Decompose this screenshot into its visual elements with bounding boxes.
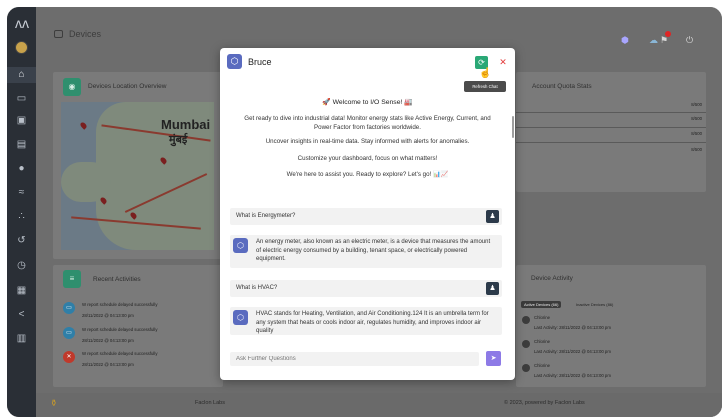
chat-input[interactable] (230, 352, 479, 366)
book-icon[interactable]: ▥ (7, 331, 36, 347)
tab-active-devices[interactable]: Active Devices (66) (521, 301, 562, 308)
quota-value: 8/500 (691, 147, 702, 152)
bot-logo-icon: ⬡ (227, 54, 242, 69)
quota-value: 8/500 (691, 116, 702, 121)
contacts-icon[interactable]: ▣ (7, 113, 36, 129)
device-name: Chlorine (534, 315, 551, 320)
brand-badge-icon[interactable]: ⬢ (621, 35, 629, 46)
footer: ⚱ Faclon Labs © 2023, powered by Faclon … (36, 393, 722, 417)
home-icon[interactable]: ⌂ (7, 67, 36, 83)
quota-bar (516, 142, 706, 143)
bot-answer: ⬡ HVAC stands for Heating, Ventilation, … (230, 307, 502, 335)
list-icon[interactable]: ▤ (7, 137, 36, 153)
sidebar: ʌʌ ⌂ ▭ ▣ ▤ ● ≈ ∴ ↺ ◷ ▦ < ▥ (7, 7, 36, 417)
avatar[interactable] (15, 41, 28, 54)
user-icon: ♟ (486, 282, 499, 295)
activity-time: 28/11/2022 @ 04:13:00 pm (82, 338, 134, 343)
map-city-label-local: मुंबई (169, 134, 188, 146)
quota-bar (516, 112, 706, 113)
location-card: ◉ Devices Location Overview Mumbai मुंबई (53, 72, 223, 259)
devices-map[interactable]: Mumbai मुंबई (61, 102, 214, 250)
share-icon[interactable]: < (7, 307, 36, 323)
quota-value: 8/500 (691, 102, 702, 107)
chat-title: Bruce (248, 57, 272, 67)
refresh-tooltip: Refresh Chat (464, 81, 506, 92)
question-text: What is HVAC? (236, 285, 278, 291)
user-icon: ♟ (486, 210, 499, 223)
location-card-title: Devices Location Overview (88, 83, 167, 90)
bot-avatar-icon: ⬡ (233, 310, 248, 325)
error-icon: ✕ (63, 351, 75, 363)
network-icon[interactable]: ∴ (7, 209, 36, 225)
question-text: What is Energymeter? (236, 213, 296, 219)
device-status-dot (522, 316, 530, 324)
device-activity-title: Device Activity (531, 275, 573, 282)
activity-time: 28/11/2022 @ 04:13:00 pm (82, 313, 134, 318)
quota-value: 8/500 (691, 131, 702, 136)
recent-activities-card: ≡ Recent Activities ▭ W report schedule … (53, 265, 223, 387)
device-status-dot (522, 364, 530, 372)
device-last-activity: Last Activity: 28/11/2022 @ 04:13:00 pm (534, 373, 611, 378)
device-tabs: Active Devices (66) Inactive Devices (86… (516, 301, 706, 311)
footer-left-text: Faclon Labs (195, 400, 225, 406)
grid-icon[interactable]: ▦ (7, 283, 36, 299)
location-pin-icon: ◉ (63, 78, 81, 96)
close-icon[interactable]: ✕ (498, 56, 508, 69)
mouse-cursor-icon: ☝ (479, 68, 492, 79)
user-question: What is HVAC? ♟ (230, 280, 502, 297)
bot-answer: ⬡ An energy meter, also known as an elec… (230, 235, 502, 268)
monitor-icon (54, 30, 63, 38)
power-icon[interactable]: ⏻ (686, 35, 693, 46)
send-button[interactable]: ➤ (486, 351, 501, 366)
welcome-paragraph: Get ready to dive into industrial data! … (244, 115, 491, 131)
welcome-paragraph: Customize your dashboard, focus on what … (297, 155, 438, 162)
list-icon: ≡ (63, 270, 81, 288)
clock-icon[interactable]: ◷ (7, 258, 36, 274)
device-last-activity: Last Activity: 28/11/2022 @ 04:13:00 pm (534, 349, 611, 354)
answer-text: HVAC stands for Heating, Ventilation, an… (256, 311, 489, 334)
activity-text: W report schedule delayed successfully (82, 327, 158, 332)
bell-icon[interactable]: ● (7, 161, 36, 177)
device-last-activity: Last Activity: 28/11/2022 @ 04:13:00 pm (534, 325, 611, 330)
welcome-paragraph: We're here to assist you. Ready to explo… (286, 171, 449, 178)
activity-text: W report schedule delayed successfully (82, 351, 158, 356)
chat-scrollbar[interactable] (512, 116, 514, 138)
activity-time: 28/11/2022 @ 04:13:00 pm (82, 362, 134, 367)
activity-icon[interactable]: ≈ (7, 185, 36, 201)
answer-text: An energy meter, also known as an electr… (256, 239, 491, 262)
message-icon: ▭ (63, 327, 75, 339)
recent-activities-title: Recent Activities (93, 276, 141, 283)
message-icon: ▭ (63, 302, 75, 314)
activity-text: W report schedule delayed successfully (82, 302, 158, 307)
history-icon[interactable]: ↺ (7, 233, 36, 249)
logo-icon[interactable]: ʌʌ (14, 15, 30, 31)
welcome-paragraph: Uncover insights in real-time data. Stay… (265, 138, 470, 145)
map-city-label: Mumbai (161, 117, 211, 132)
quota-title: Account Quota Stats (532, 83, 592, 90)
tab-inactive-devices[interactable]: Inactive Devices (86) (576, 302, 613, 307)
user-question: What is Energymeter? ♟ (230, 208, 502, 225)
desktop-icon[interactable]: ▭ (7, 91, 36, 107)
quota-card: Account Quota Stats 8/500 8/500 8/500 8/… (516, 72, 706, 192)
device-name: Chlorine (534, 339, 551, 344)
chat-input-wrapper (230, 352, 479, 366)
page-title: Devices (54, 29, 101, 39)
cloud-icon[interactable]: ☁ (649, 35, 658, 46)
bot-avatar-icon: ⬡ (233, 238, 248, 253)
chat-modal: ⬡ Bruce ⟳ ✕ ☝ Refresh Chat 🚀 Welcome to … (220, 48, 515, 380)
faclon-logo-icon: ⚱ (50, 398, 58, 408)
notification-dot (665, 31, 671, 37)
device-status-dot (522, 340, 530, 348)
footer-right-text: © 2023, powered by Faclon Labs (504, 400, 585, 406)
map-island (61, 162, 111, 202)
device-activity-card: Device Activity Active Devices (66) Inac… (516, 265, 706, 387)
quota-bar (516, 127, 706, 128)
device-name: Chlorine (534, 363, 551, 368)
welcome-heading: 🚀 Welcome to I/O Sense! 🏭 (322, 99, 413, 106)
page-title-text: Devices (69, 29, 102, 39)
